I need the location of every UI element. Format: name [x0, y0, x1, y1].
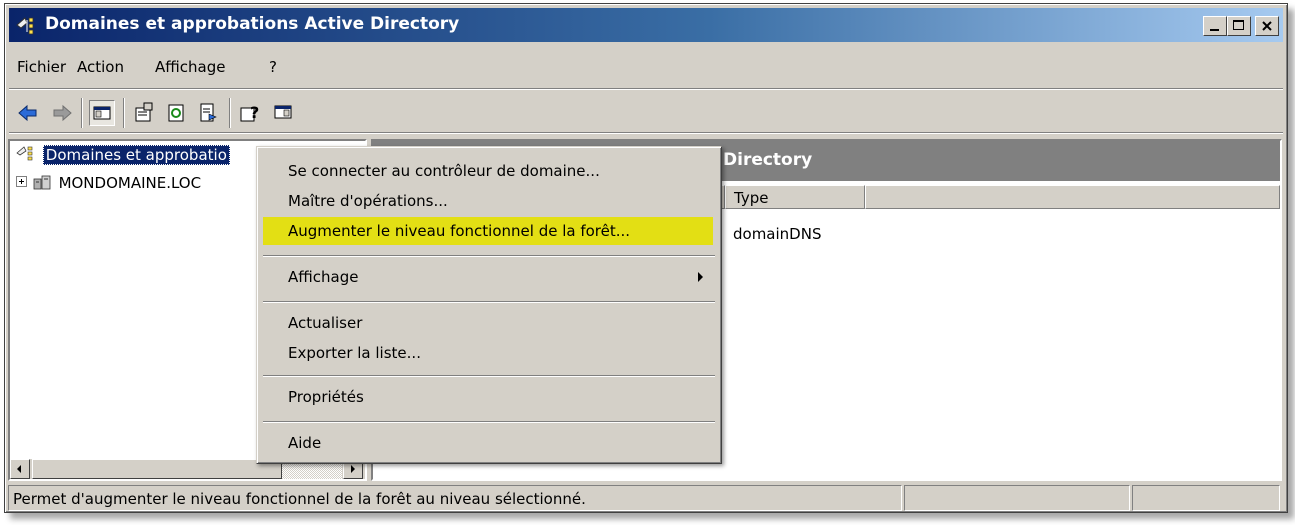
toolbar-separator [123, 98, 125, 128]
properties-icon[interactable] [131, 100, 157, 126]
menu-action[interactable]: Action [77, 58, 124, 76]
column-header-type[interactable]: Type [725, 185, 865, 209]
scroll-left-button[interactable] [10, 459, 30, 479]
menu-affichage[interactable]: Affichage [155, 58, 225, 76]
domain-icon [33, 175, 51, 190]
menu-item-properties[interactable]: Propriétés [263, 383, 713, 411]
result-pane-title: Directory [723, 150, 813, 170]
menu-help[interactable]: ? [269, 58, 277, 76]
minimize-icon [1210, 29, 1219, 31]
context-menu: Se connecter au contrôleur de domaine...… [256, 146, 722, 464]
menu-item-export-list[interactable]: Exporter la liste... [263, 339, 713, 367]
menu-separator [263, 375, 715, 377]
expand-plus-icon[interactable] [16, 176, 27, 187]
export-list-icon[interactable] [195, 100, 221, 126]
close-button[interactable] [1255, 16, 1279, 36]
toolbar-separator [81, 98, 83, 128]
menu-item-help[interactable]: Aide [263, 429, 713, 457]
menu-item-affichage[interactable]: Affichage [263, 263, 713, 291]
status-text: Permet d'augmenter le niveau fonctionnel… [13, 490, 586, 508]
menu-item-actualiser[interactable]: Actualiser [263, 309, 713, 337]
status-panel-2 [904, 485, 1130, 511]
toolbar-bottom-divider [9, 132, 1283, 134]
menu-separator [263, 301, 715, 303]
toolbar-separator [229, 98, 231, 128]
tree-domain-label[interactable]: MONDOMAINE.LOC [59, 174, 202, 192]
status-panel-message: Permet d'augmenter le niveau fonctionnel… [8, 485, 902, 511]
help-icon[interactable]: ? [237, 100, 263, 126]
forward-arrow-icon[interactable] [49, 100, 75, 126]
scroll-right-arrow-icon [351, 465, 355, 473]
action-pane-button[interactable] [271, 100, 297, 126]
svg-text:?: ? [250, 103, 259, 122]
tree-root-label[interactable]: Domaines et approbatio [42, 145, 230, 165]
table-cell-type[interactable]: domainDNS [733, 225, 821, 243]
maximize-button[interactable] [1227, 16, 1251, 36]
menu-bar: Fichier Action Affichage ? [9, 48, 1283, 88]
refresh-icon[interactable] [163, 100, 189, 126]
title-bar[interactable]: Domaines et approbations Active Director… [9, 8, 1283, 42]
scroll-thumb[interactable] [32, 459, 282, 479]
column-header-empty[interactable] [865, 185, 1280, 209]
scroll-left-arrow-icon [17, 465, 21, 473]
menu-toolbar-divider [9, 88, 1283, 90]
menu-item-connect-dc[interactable]: Se connecter au contrôleur de domaine... [263, 157, 713, 185]
menu-separator [263, 255, 715, 257]
console-tree-icon [93, 106, 111, 120]
status-bar: Permet d'augmenter le niveau fonctionnel… [8, 485, 1282, 511]
action-pane-icon [274, 105, 292, 119]
ad-domains-trusts-icon [16, 17, 34, 35]
menu-separator [263, 421, 715, 423]
back-arrow-icon[interactable] [15, 100, 41, 126]
status-panel-3 [1132, 485, 1280, 511]
submenu-arrow-icon [698, 272, 703, 282]
column-header-type-label: Type [734, 189, 769, 207]
close-icon [1262, 21, 1272, 31]
minimize-button[interactable] [1203, 16, 1227, 36]
menu-item-raise-forest-level[interactable]: Augmenter le niveau fonctionnel de la fo… [263, 217, 713, 245]
menu-fichier[interactable]: Fichier [17, 58, 66, 76]
window-title: Domaines et approbations Active Director… [45, 14, 460, 34]
menu-item-operations-master[interactable]: Maître d'opérations... [263, 187, 713, 215]
maximize-icon [1233, 20, 1244, 30]
show-hide-console-tree-button[interactable] [89, 100, 115, 126]
tree-root-node[interactable]: Domaines et approbatio [16, 145, 230, 165]
toolbar: ? [9, 92, 1283, 132]
tree-domain-node[interactable]: MONDOMAINE.LOC [16, 173, 201, 192]
domains-trusts-node-icon [16, 146, 33, 161]
